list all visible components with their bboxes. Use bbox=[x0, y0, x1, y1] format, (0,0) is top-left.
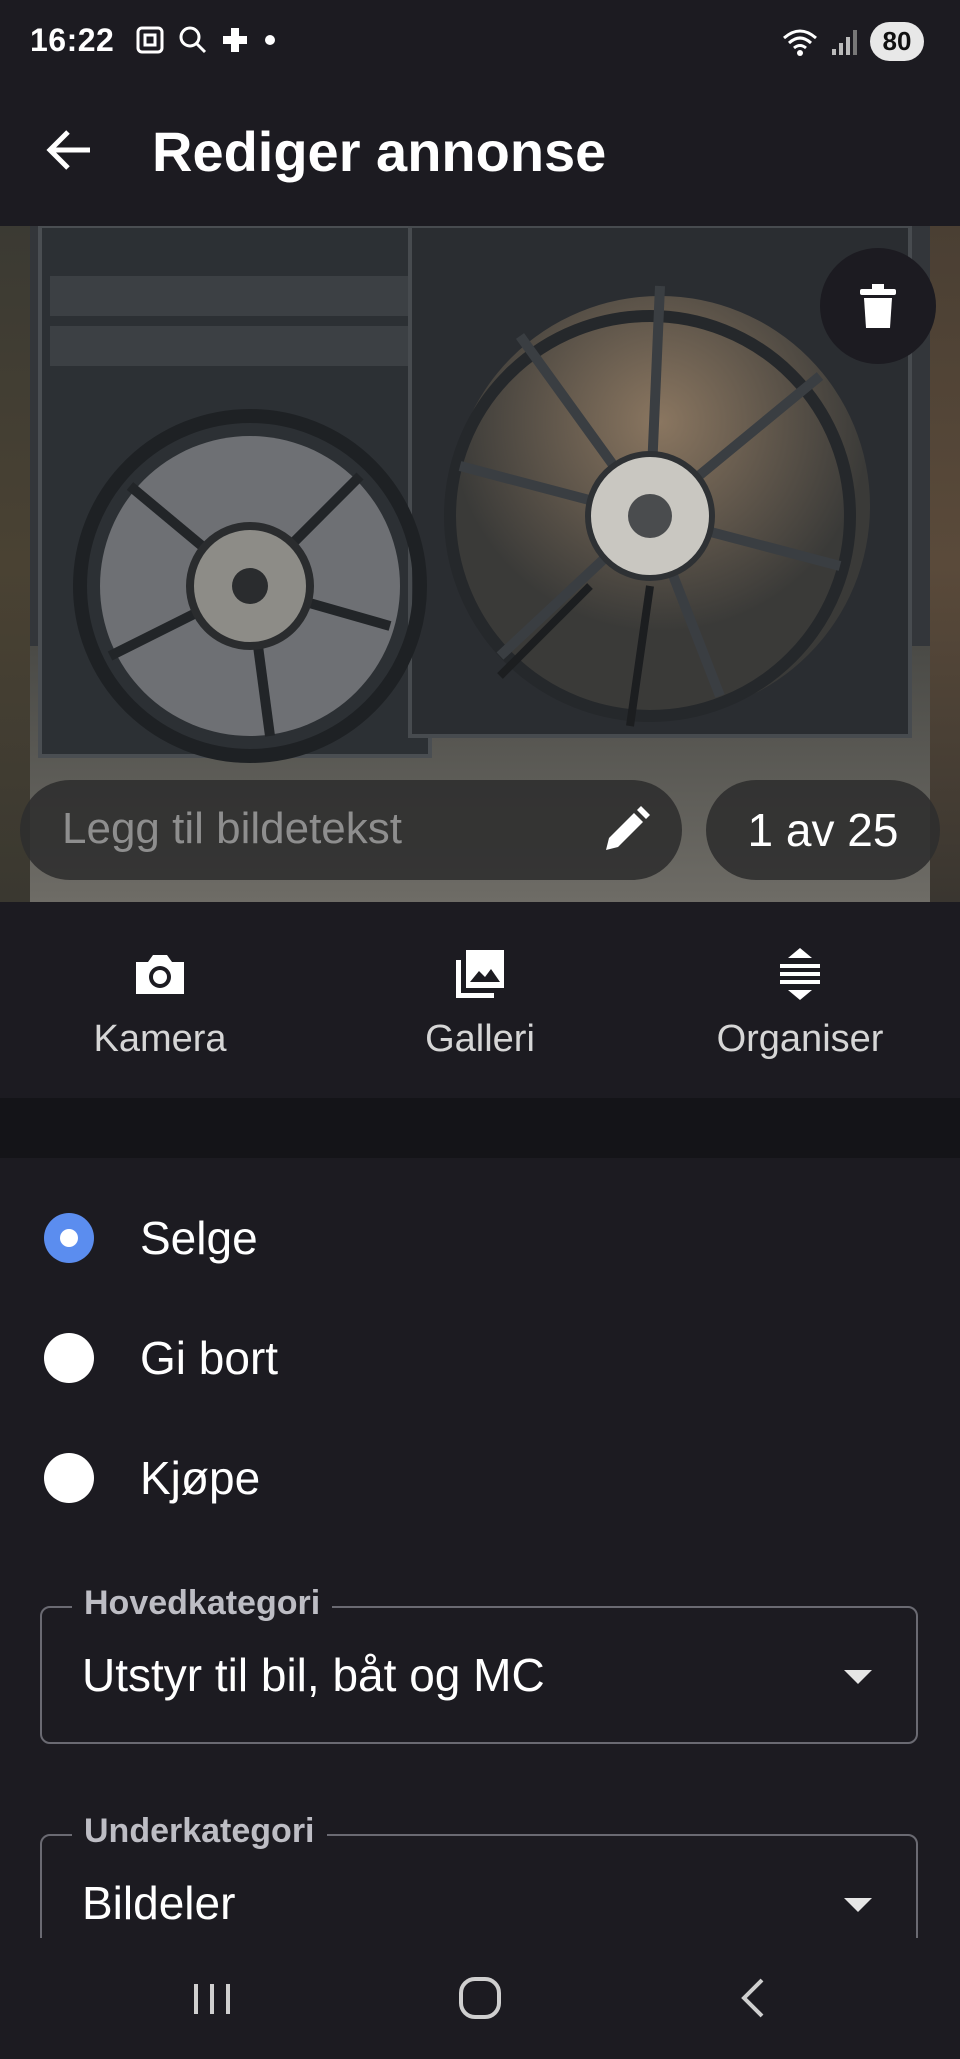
previous-photo-peek bbox=[0, 226, 30, 902]
status-icons-left bbox=[134, 24, 278, 56]
caption-input[interactable]: Legg til bildetekst bbox=[20, 780, 682, 880]
status-time: 16:22 bbox=[30, 22, 115, 58]
pencil-icon bbox=[606, 806, 650, 850]
photo-carousel[interactable]: Legg til bildetekst 1 av 25 bbox=[0, 226, 960, 902]
home-icon bbox=[459, 1977, 501, 2019]
organize-button[interactable]: Organiser bbox=[640, 902, 960, 1098]
radio-label-selge: Selge bbox=[140, 1212, 258, 1264]
organize-label: Organiser bbox=[716, 1018, 884, 1060]
recents-button[interactable] bbox=[172, 1966, 252, 2030]
dropdown-arrow-icon bbox=[844, 1670, 872, 1684]
camera-label: Kamera bbox=[93, 1018, 227, 1060]
dropdown-arrow-icon bbox=[844, 1898, 872, 1912]
next-photo-peek bbox=[930, 226, 960, 902]
dot-icon bbox=[265, 35, 275, 45]
page-title: Rediger annonse bbox=[152, 120, 607, 183]
main-category-value: Utstyr til bil, båt og MC bbox=[82, 1649, 545, 1701]
radio-option-selge[interactable]: Selge bbox=[44, 1198, 258, 1278]
gallery-icon bbox=[456, 950, 504, 998]
photo-toolbar: Kamera Galleri Organiser bbox=[0, 902, 960, 1098]
app-header: Rediger annonse bbox=[0, 86, 960, 226]
radio-button-gi-bort[interactable] bbox=[44, 1333, 94, 1383]
photo-counter: 1 av 25 bbox=[706, 780, 940, 880]
radio-label-kjope: Kjøpe bbox=[140, 1452, 261, 1504]
camera-button[interactable]: Kamera bbox=[0, 902, 320, 1098]
recents-icon bbox=[194, 1984, 230, 2014]
gallery-label: Galleri bbox=[425, 1018, 535, 1060]
status-icons-right: 80 bbox=[780, 22, 924, 61]
battery-indicator: 80 bbox=[870, 22, 924, 61]
radio-button-kjope[interactable] bbox=[44, 1453, 94, 1503]
search-icon bbox=[179, 26, 207, 54]
screenshot-icon bbox=[136, 26, 164, 54]
section-divider bbox=[0, 1098, 960, 1158]
status-bar: 16:22 80 bbox=[0, 0, 960, 86]
caption-placeholder: Legg til bildetekst bbox=[62, 804, 402, 853]
edit-caption-button[interactable] bbox=[600, 804, 652, 856]
delete-photo-button[interactable] bbox=[820, 248, 936, 364]
back-arrow-icon bbox=[46, 130, 90, 170]
signal-icon bbox=[832, 29, 857, 55]
radio-button-selge[interactable] bbox=[44, 1213, 94, 1263]
listing-form: Selge Gi bort Kjøpe Hovedkategori Utstyr… bbox=[0, 1158, 960, 1938]
sub-category-select[interactable]: Underkategori Bildeler bbox=[40, 1812, 918, 1938]
sub-category-value: Bildeler bbox=[82, 1877, 236, 1929]
organize-icon bbox=[780, 948, 820, 1000]
home-button[interactable] bbox=[440, 1966, 520, 2030]
camera-icon bbox=[136, 955, 184, 994]
system-back-button[interactable] bbox=[712, 1966, 792, 2030]
gallery-button[interactable]: Galleri bbox=[320, 902, 640, 1098]
main-category-label: Hovedkategori bbox=[72, 1584, 333, 1623]
sub-category-label: Underkategori bbox=[72, 1812, 327, 1851]
trash-icon bbox=[860, 284, 896, 328]
wifi-icon bbox=[783, 29, 817, 56]
back-button[interactable] bbox=[40, 120, 100, 180]
main-category-select[interactable]: Hovedkategori Utstyr til bil, båt og MC bbox=[40, 1584, 918, 1744]
radio-option-kjope[interactable]: Kjøpe bbox=[44, 1438, 260, 1518]
radio-option-gi-bort[interactable]: Gi bort bbox=[44, 1318, 278, 1398]
system-nav-bar bbox=[0, 1938, 960, 2059]
radio-label-gi-bort: Gi bort bbox=[140, 1332, 279, 1384]
nav-back-icon bbox=[741, 1978, 764, 2018]
plus-icon bbox=[223, 28, 247, 52]
